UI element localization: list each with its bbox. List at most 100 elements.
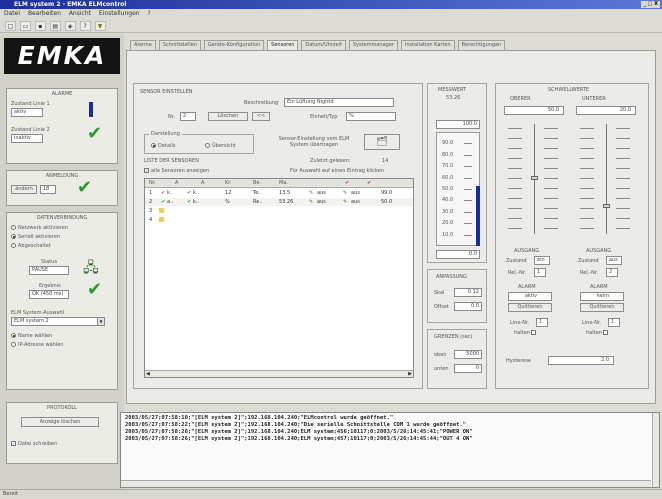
opt-netzwerk[interactable]: Netzwerk aktivieren: [11, 225, 68, 231]
ausgang-right-label: AUSGANG: [586, 248, 612, 254]
relnr-right-value[interactable]: 2: [606, 268, 618, 277]
unten-input[interactable]: 0: [454, 364, 482, 373]
oberer-input[interactable]: 50.0: [504, 106, 564, 115]
slider-tick: [544, 208, 558, 209]
slider-tick: [544, 148, 558, 149]
menu-bearbeiten[interactable]: Bearbeiten: [28, 10, 61, 17]
window-controls[interactable]: _ □ X: [641, 1, 660, 8]
scroll-left-icon[interactable]: ◀: [146, 371, 150, 377]
anzeige-loeschen-button[interactable]: Anzeige löschen: [21, 417, 99, 427]
unterer-input[interactable]: 20.0: [576, 106, 636, 115]
new-file-icon[interactable]: □: [5, 21, 16, 31]
filter-icon[interactable]: ▼: [94, 21, 106, 31]
table-row[interactable]: 3: [145, 207, 413, 215]
halten-right-checkbox[interactable]: [603, 330, 609, 335]
halten-right-option[interactable]: halten: [586, 330, 610, 336]
table-row[interactable]: 2 a.. k..% Re.. 53.26 aus aus 50.0 ✔ ✔ ✎ ✎: [145, 198, 413, 206]
gauge-tick-label: 40.0: [442, 197, 454, 204]
alle-sensoren-checkbox[interactable]: ✓: [144, 168, 149, 173]
slider-tick: [580, 178, 594, 179]
slider-tick: [616, 198, 630, 199]
scroll-right-icon[interactable]: ▶: [408, 371, 412, 377]
transfer-button[interactable]: 🗂: [364, 134, 400, 150]
col-ma[interactable]: Ma.: [279, 179, 288, 188]
quittieren-right-button[interactable]: Quittieren: [580, 303, 624, 312]
oben-input[interactable]: 5000: [454, 350, 482, 359]
oberer-slider[interactable]: [504, 124, 564, 234]
opt-name-label: Name wählen: [18, 333, 53, 339]
table-row[interactable]: 4: [145, 216, 413, 224]
opt-ip[interactable]: IP-Adresse wählen: [11, 342, 63, 348]
menu-datei[interactable]: Datei: [4, 10, 20, 17]
opt-details[interactable]: Details: [151, 143, 175, 149]
system-select[interactable]: ELM system 2: [11, 317, 103, 326]
relnr-left-label: Rel.-Nr.: [508, 270, 527, 276]
beschreibung-input[interactable]: Ein Lüftung Nightd: [284, 98, 394, 107]
opt-uebersicht[interactable]: Übersicht: [205, 143, 236, 149]
hysterese-input[interactable]: 2.0: [548, 356, 614, 365]
opt-seriell[interactable]: Seriell aktivieren: [11, 234, 60, 240]
datei-schreiben-option[interactable]: ✓ Datei schreiben: [11, 441, 57, 447]
list-hscrollbar[interactable]: ◀ ▶: [145, 370, 413, 377]
halten-left-option[interactable]: halten: [514, 330, 538, 336]
offset-input[interactable]: 0.0: [454, 302, 482, 311]
radio-seriell[interactable]: [11, 234, 16, 239]
skal-label: Skal: [434, 290, 445, 296]
col-alarm2-icon[interactable]: ✔: [367, 179, 371, 188]
menu-help[interactable]: ?: [148, 10, 151, 17]
open-file-icon[interactable]: ▭: [19, 21, 31, 31]
save-icon[interactable]: ▪: [34, 21, 46, 31]
grenzen-title: GRENZEN (sec): [434, 334, 473, 340]
app-window: ELM system 2 - EMKA ELMcontrol _ □ X Dat…: [0, 0, 662, 499]
radio-netzwerk[interactable]: [11, 225, 16, 230]
sensor-list[interactable]: Nr. A A Kr. Be. Ma. ✔ ✔ 1 k.. k.. 12 Te.. 13.…: [144, 178, 414, 378]
slider-tick: [544, 198, 558, 199]
radio-name[interactable]: [11, 333, 16, 338]
slider-knob[interactable]: [531, 176, 538, 180]
log-hscrollbar[interactable]: [121, 480, 651, 487]
opt-name[interactable]: Name wählen: [11, 333, 52, 339]
linenr-right-value[interactable]: 1: [608, 318, 620, 327]
unterer-label: UNTERER: [582, 96, 606, 102]
col-nr[interactable]: Nr.: [149, 179, 156, 188]
anmeldung-change-button[interactable]: ändern: [11, 185, 37, 194]
back-button[interactable]: <<: [252, 112, 270, 121]
table-row[interactable]: 1 k.. k.. 12 Te.. 13.5 aus aus 99.0 ✔ ✔ ✎ ✎: [145, 189, 413, 197]
unterer-slider[interactable]: [576, 124, 636, 234]
protocol-log[interactable]: 2003/05/27;07:58:10;"[ELM system 2]";192…: [120, 412, 660, 488]
quittieren-left-button[interactable]: Quittieren: [508, 303, 552, 312]
log-vscrollbar[interactable]: [652, 413, 659, 487]
chevron-down-icon[interactable]: ▼: [97, 317, 105, 326]
radio-uebersicht[interactable]: [205, 143, 210, 148]
print-icon[interactable]: ▤: [49, 21, 61, 31]
col-alarm-icon[interactable]: ✔: [345, 179, 349, 188]
col-a1[interactable]: A: [175, 179, 178, 188]
col-be[interactable]: Be.: [253, 179, 261, 188]
slider-tick: [544, 218, 558, 219]
radio-details[interactable]: [151, 143, 156, 148]
datei-schreiben-checkbox[interactable]: ✓: [11, 441, 16, 446]
slider-knob[interactable]: [603, 204, 610, 208]
anpassung-title: ANPASSUNG: [436, 274, 467, 280]
table-cell-nr: 4: [149, 217, 153, 223]
alarm-right-value: keim: [580, 292, 624, 301]
loeschen-button[interactable]: Löschen: [208, 112, 248, 121]
linenr-left-value[interactable]: 1: [536, 318, 548, 327]
radio-abgeschaltet[interactable]: [11, 243, 16, 248]
menu-ansicht[interactable]: Ansicht: [69, 10, 91, 17]
settings-icon[interactable]: ◈: [64, 21, 76, 31]
col-a2[interactable]: A: [201, 179, 204, 188]
relnr-left-value[interactable]: 1: [534, 268, 546, 277]
halten-left-checkbox[interactable]: [531, 330, 537, 335]
help-icon[interactable]: ?: [79, 21, 91, 31]
einheit-input[interactable]: %: [346, 112, 396, 121]
status-check-icon: ✔: [187, 190, 192, 196]
alle-sensoren-option[interactable]: ✓ alle Sensoren anzeigen: [144, 168, 209, 174]
opt-abgeschaltet[interactable]: Abgeschaltet: [11, 243, 51, 249]
protokoll-box: PROTOKOLL Anzeige löschen ✓ Datei schreib…: [6, 402, 118, 464]
skal-input[interactable]: 0.12: [454, 288, 482, 297]
table-cell-x: 50.0: [381, 199, 393, 205]
col-kr[interactable]: Kr.: [225, 179, 231, 188]
menu-einstellungen[interactable]: Einstellungen: [99, 10, 140, 17]
radio-ip[interactable]: [11, 342, 16, 347]
